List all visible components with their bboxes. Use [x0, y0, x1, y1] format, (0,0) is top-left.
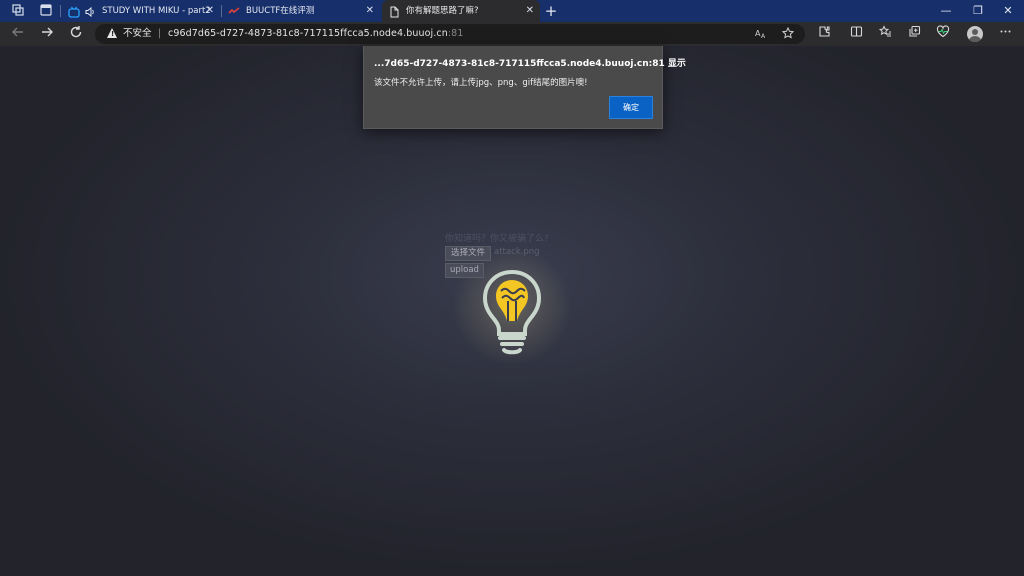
audio-icon[interactable] — [84, 5, 96, 18]
url-host: c96d7d65-d727-4873-81c8-717115ffcca5.nod… — [168, 28, 448, 39]
close-window-button[interactable]: ✕ — [992, 0, 1024, 22]
tab-close-button[interactable]: ✕ — [526, 0, 534, 22]
alert-dialog: ...7d65-d727-4873-81c8-717115ffcca5.node… — [363, 46, 686, 129]
split-screen-icon[interactable] — [847, 25, 865, 43]
dialog-title: ...7d65-d727-4873-81c8-717115ffcca5.node… — [374, 59, 686, 69]
tab-title: 你有解题思路了嘛? — [406, 6, 479, 16]
heartbeat-icon[interactable] — [934, 25, 952, 43]
tab-strip: STUDY WITH MIKU - part2 ✕ BUUCTF在线评测 ✕ 你… — [0, 0, 1024, 22]
svg-text:A: A — [761, 33, 766, 39]
collections-icon[interactable] — [905, 25, 923, 43]
tab-title: STUDY WITH MIKU - part2 — [102, 6, 211, 16]
security-status[interactable]: 不安全 — [123, 24, 152, 44]
favorites-icon[interactable] — [876, 25, 894, 43]
tab-close-button[interactable]: ✕ — [206, 0, 214, 22]
dialog-message: 该文件不允许上传，请上传jpg、png、gif结尾的图片噢! — [374, 78, 588, 88]
read-aloud-icon[interactable]: AA — [754, 27, 768, 41]
workspaces-icon[interactable] — [10, 3, 26, 19]
address-separator: | — [158, 28, 162, 39]
address-bar[interactable]: ! 不安全 | c96d7d65-d727-4873-81c8-717115ff… — [95, 24, 805, 44]
address-toolbar: ! 不安全 | c96d7d65-d727-4873-81c8-717115ff… — [0, 22, 1024, 46]
extensions-icon[interactable] — [815, 25, 833, 43]
warning-icon[interactable]: ! — [107, 28, 117, 38]
choose-file-button[interactable]: 选择文件 — [445, 246, 492, 261]
minimize-button[interactable]: — — [930, 0, 962, 22]
tab-separator — [60, 5, 61, 17]
tab-actions-icon[interactable] — [38, 3, 54, 19]
new-tab-button[interactable]: + — [542, 2, 560, 20]
lightbulb-icon — [478, 268, 546, 358]
chosen-file-name: attack.png — [494, 247, 540, 257]
url-port: :81 — [447, 28, 464, 39]
profile-avatar[interactable] — [967, 26, 983, 42]
tab-active-challenge[interactable]: 你有解题思路了嘛? ✕ — [382, 0, 540, 22]
restore-button[interactable]: ❐ — [962, 0, 994, 22]
back-icon[interactable] — [9, 25, 27, 43]
tab-title: BUUCTF在线评测 — [246, 6, 315, 16]
tab-close-button[interactable]: ✕ — [366, 0, 374, 22]
tab-study-with-miku[interactable]: STUDY WITH MIKU - part2 ✕ — [62, 0, 220, 22]
bilibili-icon — [68, 5, 80, 18]
page-heading: 你知道吗？你又被骗了么? — [445, 234, 549, 244]
url-text[interactable]: c96d7d65-d727-4873-81c8-717115ffcca5.nod… — [168, 24, 463, 44]
favorite-star-icon[interactable] — [781, 26, 795, 41]
forward-icon[interactable] — [38, 25, 56, 43]
page-icon — [388, 5, 400, 18]
ok-button[interactable]: 确定 — [609, 96, 653, 119]
buuctf-icon — [228, 5, 240, 17]
tab-buuctf[interactable]: BUUCTF在线评测 ✕ — [222, 0, 380, 22]
more-icon[interactable] — [996, 25, 1014, 43]
refresh-icon[interactable] — [67, 25, 85, 43]
